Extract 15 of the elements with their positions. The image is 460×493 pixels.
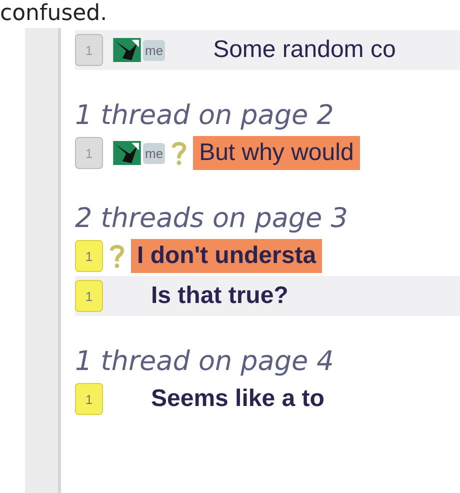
reply-count-badge: 1 (75, 34, 103, 66)
thread-title[interactable]: I don't understa (131, 239, 322, 273)
reply-count-badge: 1 (75, 137, 103, 169)
reply-count-badge: 1 (75, 280, 103, 312)
section-heading: 2 threads on page 3 (75, 203, 349, 234)
thread-title[interactable]: But why would (193, 136, 360, 170)
thread-title[interactable]: Some random co (207, 33, 402, 67)
reply-count-badge: 1 (75, 383, 103, 415)
section-heading: 1 thread on page 2 (75, 100, 335, 131)
section-heading: 1 thread on page 4 (75, 346, 335, 377)
user-tag: me (143, 40, 166, 60)
reply-count-badge: 1 (75, 240, 103, 272)
thread-title[interactable]: Is that true? (145, 279, 294, 313)
user-tag: me (143, 142, 166, 164)
thread-title[interactable]: Seems like a to (145, 382, 330, 416)
